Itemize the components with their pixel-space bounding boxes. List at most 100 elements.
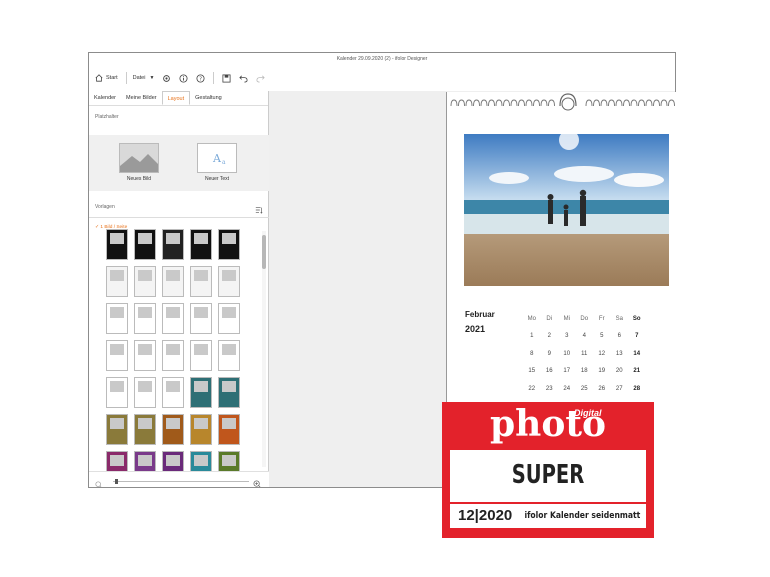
day-cell: 4 bbox=[582, 333, 586, 340]
redo-icon[interactable] bbox=[256, 74, 266, 83]
spiral-ring bbox=[548, 99, 555, 107]
datei-menu[interactable]: Datei ▼ bbox=[133, 75, 155, 81]
template-thumbnail[interactable] bbox=[162, 266, 184, 297]
new-image-label: Neues Bild bbox=[126, 176, 152, 182]
zoom-out-icon[interactable] bbox=[95, 476, 103, 487]
template-thumbnail[interactable] bbox=[190, 303, 212, 334]
tab-kalender[interactable]: Kalender bbox=[89, 91, 121, 105]
template-thumbnail[interactable] bbox=[106, 303, 128, 334]
weekday-row: Mo Di Mi Do Fr Sa So bbox=[523, 310, 673, 328]
template-grid bbox=[89, 221, 269, 471]
week-row: 8 9 10 11 12 13 14 bbox=[523, 345, 673, 363]
spiral-ring bbox=[593, 99, 600, 107]
thumbnail-image bbox=[222, 307, 236, 318]
scrollbar-thumb[interactable] bbox=[262, 235, 266, 269]
template-thumbnail[interactable] bbox=[190, 229, 212, 260]
thumbnail-image bbox=[166, 418, 180, 429]
template-thumbnail[interactable] bbox=[190, 266, 212, 297]
info-icon[interactable] bbox=[179, 73, 188, 83]
spiral-binding bbox=[450, 93, 675, 111]
template-thumbnail[interactable] bbox=[162, 414, 184, 445]
template-thumbnail[interactable] bbox=[106, 377, 128, 408]
spiral-ring bbox=[630, 99, 638, 107]
template-thumbnail[interactable] bbox=[218, 266, 240, 297]
badge-rating: SUPER bbox=[511, 460, 585, 490]
spiral-ring bbox=[495, 99, 503, 107]
day-cell: 16 bbox=[545, 368, 553, 375]
template-thumbnail[interactable] bbox=[218, 451, 240, 471]
zoom-slider-handle[interactable] bbox=[115, 479, 118, 484]
tab-gestaltung[interactable]: Gestaltung bbox=[190, 91, 227, 105]
template-thumbnail[interactable] bbox=[106, 266, 128, 297]
start-label: Start bbox=[106, 75, 118, 81]
save-icon[interactable] bbox=[222, 73, 231, 83]
day-cell: 19 bbox=[598, 368, 606, 375]
spiral-ring bbox=[510, 99, 518, 107]
thumbnail-image bbox=[222, 418, 236, 429]
template-thumbnail[interactable] bbox=[134, 229, 156, 260]
toolbar: Start Datei ▼ ? bbox=[89, 65, 675, 91]
week-row: 15 16 17 18 19 20 21 bbox=[523, 363, 673, 381]
gear-icon[interactable] bbox=[162, 74, 171, 83]
tab-layout[interactable]: Layout bbox=[161, 91, 191, 105]
home-icon bbox=[95, 74, 103, 82]
undo-icon[interactable] bbox=[239, 74, 248, 83]
template-thumbnail[interactable] bbox=[190, 451, 212, 471]
thumbnail-image bbox=[138, 233, 152, 244]
spiral-ring bbox=[488, 99, 495, 107]
day-cell: 14 bbox=[633, 350, 641, 357]
day-cell: 1 bbox=[530, 333, 534, 340]
spiral-ring bbox=[473, 99, 480, 107]
badge-brand-logo: photo bbox=[490, 403, 606, 445]
template-scrollbar[interactable] bbox=[262, 231, 266, 467]
text-placeholder-icon: Aa bbox=[197, 143, 237, 173]
template-thumbnail[interactable] bbox=[106, 340, 128, 371]
template-thumbnail[interactable] bbox=[162, 340, 184, 371]
template-thumbnail[interactable] bbox=[218, 414, 240, 445]
day-cell: 5 bbox=[600, 333, 604, 340]
template-thumbnail[interactable] bbox=[134, 414, 156, 445]
template-thumbnail[interactable] bbox=[162, 377, 184, 408]
start-button[interactable]: Start bbox=[95, 74, 118, 82]
spiral-ring bbox=[450, 99, 458, 107]
new-image-placeholder[interactable]: Neues Bild bbox=[117, 143, 161, 182]
calendar-photo[interactable] bbox=[464, 130, 669, 286]
toolbar-divider bbox=[213, 72, 215, 84]
day-cell: 18 bbox=[580, 368, 588, 375]
template-thumbnail[interactable] bbox=[190, 340, 212, 371]
new-text-placeholder[interactable]: Aa Neuer Text bbox=[195, 143, 239, 182]
template-thumbnail[interactable] bbox=[162, 229, 184, 260]
sort-list-icon[interactable] bbox=[255, 201, 263, 219]
template-thumbnail[interactable] bbox=[134, 451, 156, 471]
panel-tabs: Kalender Meine Bilder Layout Gestaltung bbox=[89, 91, 268, 106]
template-thumbnail[interactable] bbox=[162, 451, 184, 471]
template-thumbnail[interactable] bbox=[134, 266, 156, 297]
template-thumbnail[interactable] bbox=[134, 340, 156, 371]
template-thumbnail[interactable] bbox=[106, 229, 128, 260]
template-thumbnail[interactable] bbox=[134, 303, 156, 334]
spiral-ring bbox=[533, 99, 540, 107]
svg-text:?: ? bbox=[199, 76, 202, 82]
thumbnail-image bbox=[138, 270, 152, 281]
template-thumbnail[interactable] bbox=[218, 340, 240, 371]
zoom-in-icon[interactable] bbox=[253, 476, 262, 487]
thumbnail-image bbox=[138, 307, 152, 318]
template-thumbnail[interactable] bbox=[190, 414, 212, 445]
thumbnail-image bbox=[166, 307, 180, 318]
weekday-label: Mi bbox=[563, 315, 570, 322]
template-thumbnail[interactable] bbox=[218, 229, 240, 260]
template-thumbnail[interactable] bbox=[106, 414, 128, 445]
template-thumbnail[interactable] bbox=[218, 377, 240, 408]
template-thumbnail[interactable] bbox=[218, 303, 240, 334]
day-cell: 26 bbox=[598, 385, 606, 392]
template-thumbnail[interactable] bbox=[190, 377, 212, 408]
tab-meine-bilder[interactable]: Meine Bilder bbox=[121, 91, 162, 105]
day-cell: 17 bbox=[563, 368, 571, 375]
help-icon[interactable]: ? bbox=[196, 73, 205, 83]
template-thumbnail[interactable] bbox=[106, 451, 128, 471]
zoom-slider-track[interactable] bbox=[113, 481, 249, 482]
day-cell: 13 bbox=[615, 350, 623, 357]
template-thumbnail[interactable] bbox=[134, 377, 156, 408]
template-thumbnail[interactable] bbox=[162, 303, 184, 334]
thumbnail-image bbox=[110, 344, 124, 355]
